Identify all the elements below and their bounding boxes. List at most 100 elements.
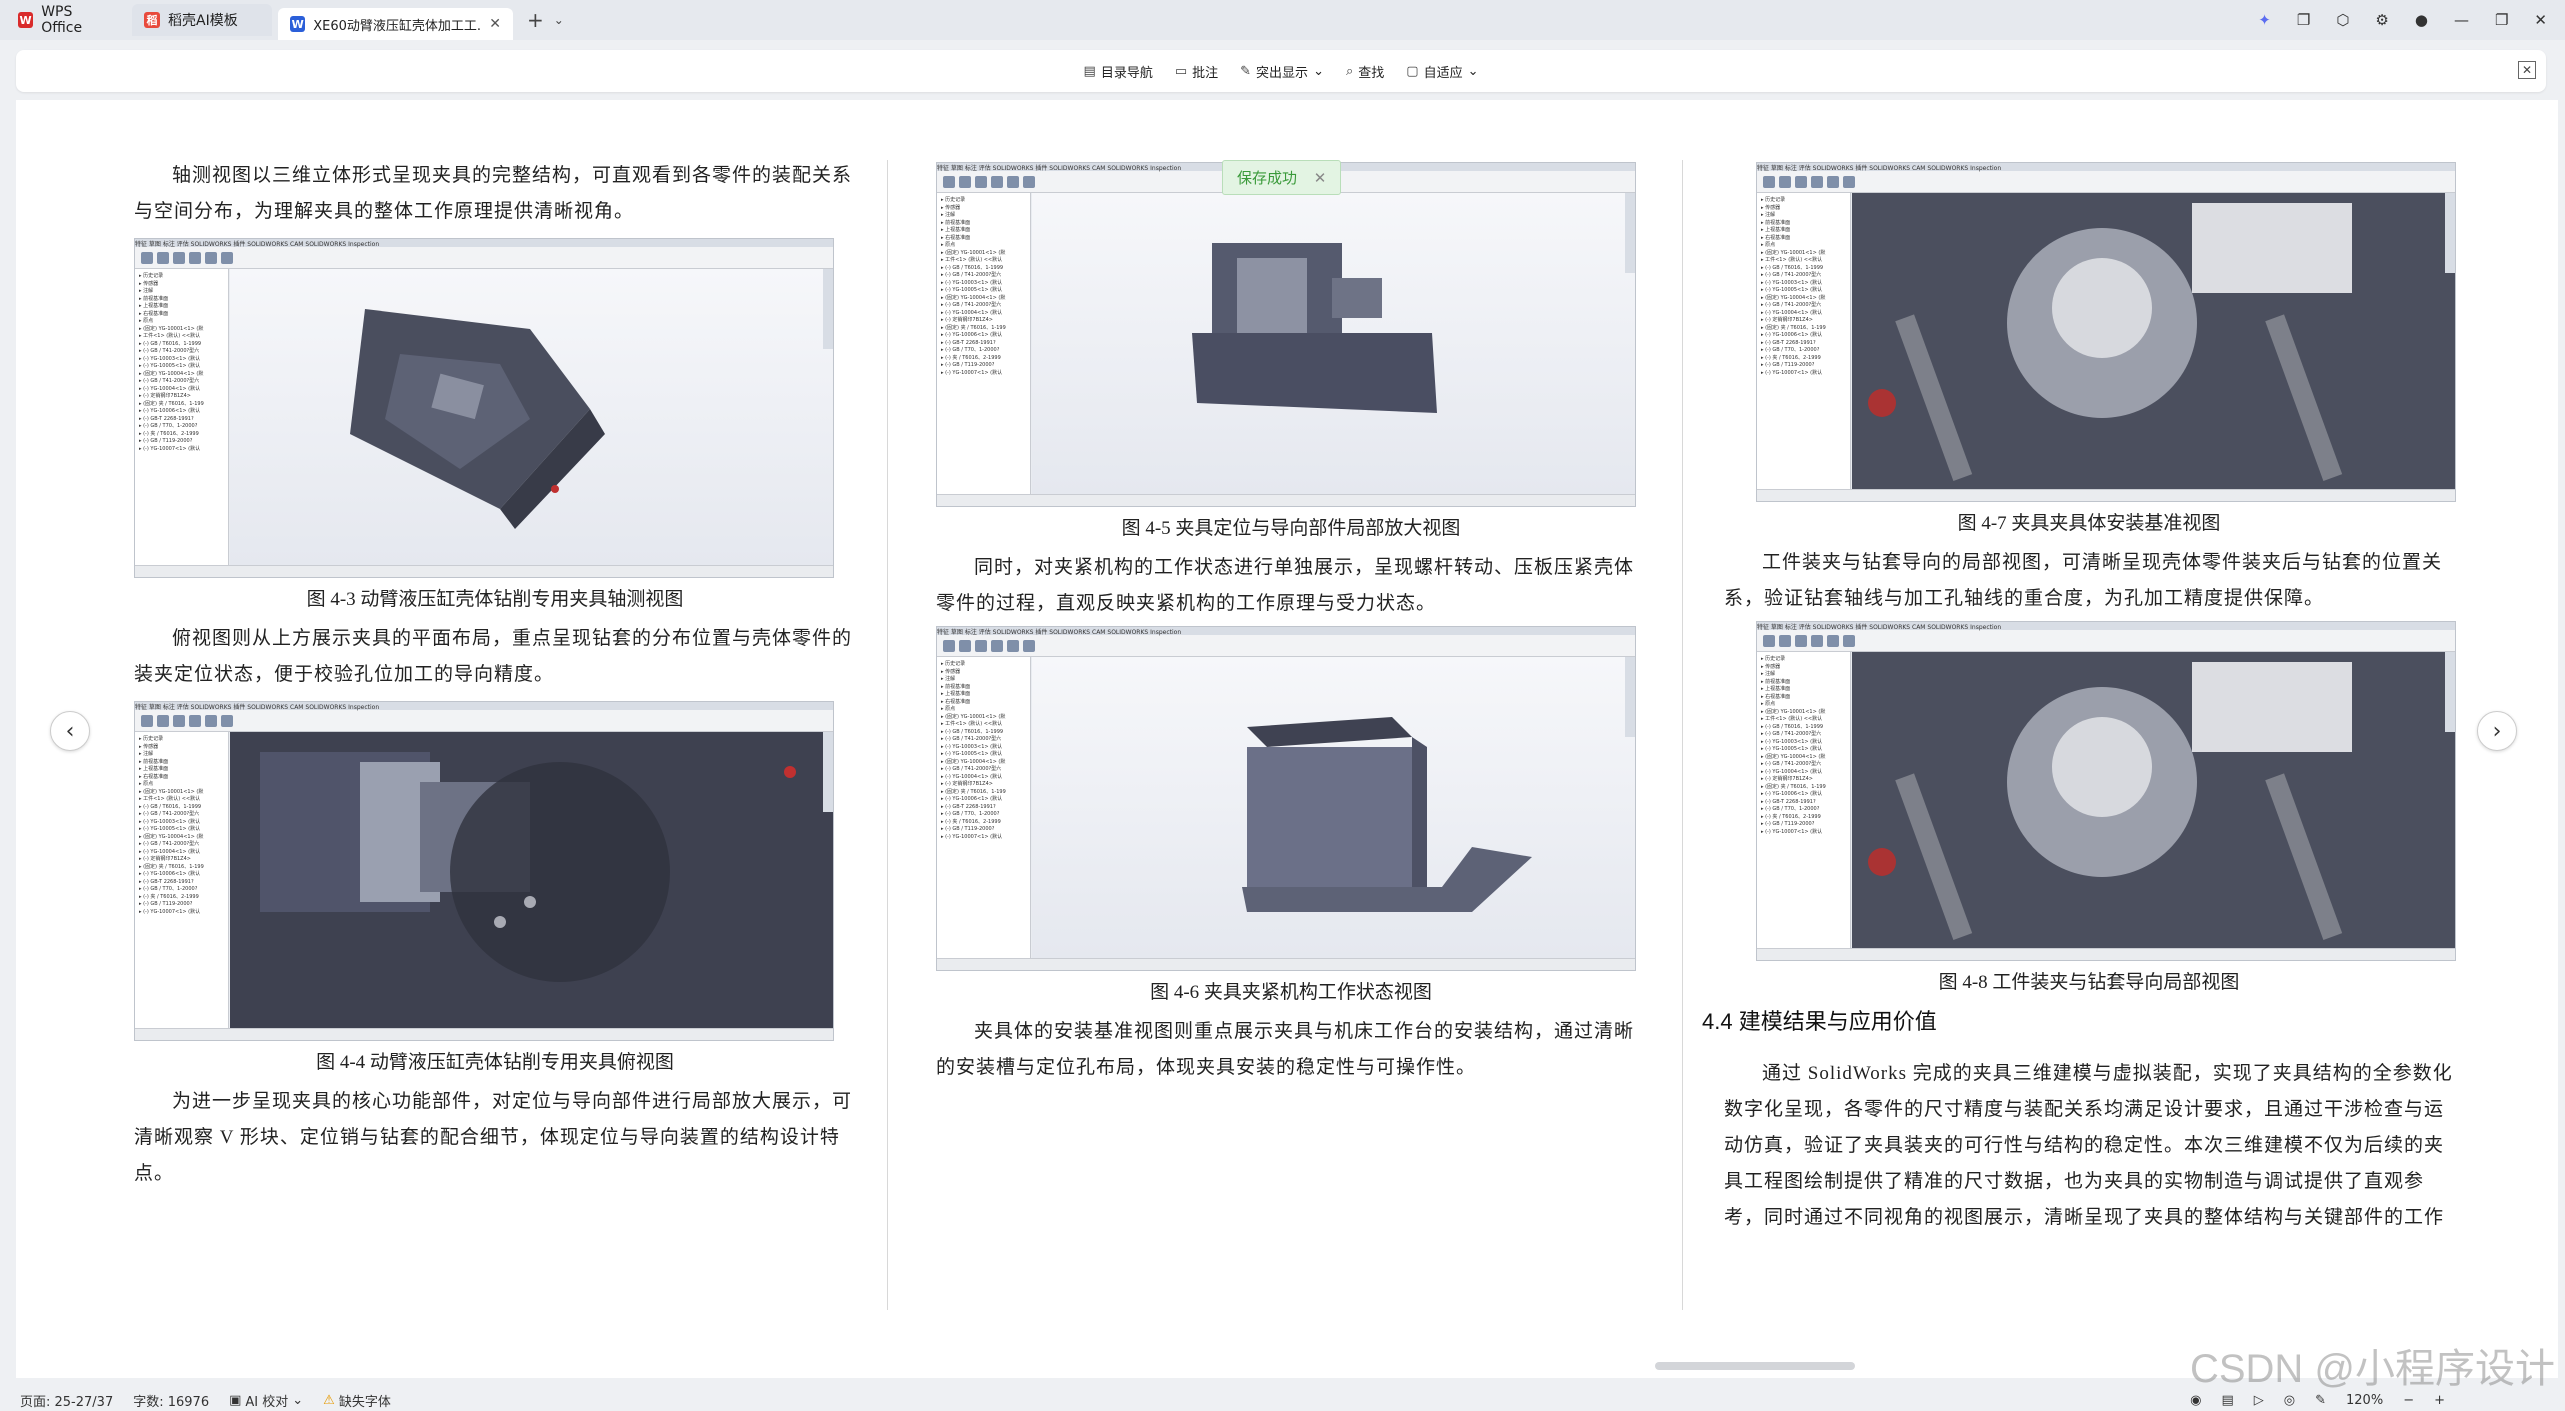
- tree-item[interactable]: ▸ (-) YG-10005<1> (默认: [1761, 287, 1846, 295]
- tree-item[interactable]: ▸ (-) GB / T41-2000?型六: [1761, 302, 1846, 310]
- tree-item[interactable]: ▸ (-) YG-10007<1> (默认: [941, 834, 1026, 842]
- tree-item[interactable]: ▸ 历史记录: [139, 273, 224, 281]
- tree-item[interactable]: ▸ (-) GB / T6016、1-1999: [139, 341, 224, 349]
- tree-item[interactable]: ▸ 原点: [1761, 242, 1846, 250]
- tree-item[interactable]: ▸ (-) YG-10006<1> (默认: [139, 408, 224, 416]
- tree-item[interactable]: ▸ (-) GB / T70、1-2000?: [941, 347, 1026, 355]
- tree-item[interactable]: ▸ 右视基准面: [941, 699, 1026, 707]
- tree-item[interactable]: ▸ (-) YG-10003<1> (默认: [941, 744, 1026, 752]
- tree-item[interactable]: ▸ 上视基准面: [941, 691, 1026, 699]
- tree-item[interactable]: ▸ (固定) YG-10004<1> (默: [941, 295, 1026, 303]
- tree-item[interactable]: ▸ (-) GB-T 2268-1991?: [941, 340, 1026, 348]
- tree-item[interactable]: ▸ 原点: [1761, 701, 1846, 709]
- tab-document[interactable]: W XE60动臂液压缸壳体加工工... ✕: [278, 8, 513, 40]
- word-count[interactable]: 字数: 16976: [133, 1391, 209, 1410]
- tree-item[interactable]: ▸ (-) GB / T41-2000?型六: [139, 378, 224, 386]
- tree-item[interactable]: ▸ (-) GB / T41-2000?型六: [941, 766, 1026, 774]
- tree-item[interactable]: ▸ (-) YG-10007<1> (默认: [139, 909, 224, 917]
- tree-item[interactable]: ▸ (固定) YG-10004<1> (默: [941, 759, 1026, 767]
- tree-item[interactable]: ▸ 传感器: [941, 669, 1026, 677]
- tree-item[interactable]: ▸ (-) YG-10006<1> (默认: [941, 796, 1026, 804]
- tree-item[interactable]: ▸ (-) GB / T70、1-2000?: [1761, 806, 1846, 814]
- tree-item[interactable]: ▸ 原点: [139, 318, 224, 326]
- tree-item[interactable]: ▸ 传感器: [139, 744, 224, 752]
- tree-item[interactable]: ▸ (固定) YG-10001<1> (默: [941, 714, 1026, 722]
- tree-item[interactable]: ▸ 注解: [1761, 212, 1846, 220]
- next-page-button[interactable]: ›: [2477, 711, 2517, 751]
- tree-item[interactable]: ▸ (-) GB / T6016、1-1999: [139, 804, 224, 812]
- tree-item[interactable]: ▸ (-) GB / T6016、1-1999: [1761, 265, 1846, 273]
- eye-icon[interactable]: ◉: [2190, 1393, 2201, 1408]
- tree-item[interactable]: ▸ 右视基准面: [1761, 694, 1846, 702]
- tree-item[interactable]: ▸ (-) GB / T119-2000?: [1761, 821, 1846, 829]
- tree-item[interactable]: ▸ 上视基准面: [139, 766, 224, 774]
- tree-item[interactable]: ▸ 上视基准面: [1761, 227, 1846, 235]
- tab-wps-office[interactable]: W WPS Office: [6, 4, 126, 36]
- tree-item[interactable]: ▸ 注解: [139, 288, 224, 296]
- tree-item[interactable]: ▸ (固定) 夹 / T6016、1-199: [139, 864, 224, 872]
- tree-item[interactable]: ▸ 前视基准面: [139, 759, 224, 767]
- tree-item[interactable]: ▸ (-) GB-T 2268-1991?: [139, 879, 224, 887]
- tree-item[interactable]: ▸ (-) 定销钢印7B1Z4>: [139, 856, 224, 864]
- missing-font-button[interactable]: ⚠ 缺失字体: [323, 1391, 391, 1410]
- tree-item[interactable]: ▸ (-) YG-10005<1> (默认: [1761, 746, 1846, 754]
- tree-item[interactable]: ▸ (固定) YG-10001<1> (默: [1761, 250, 1846, 258]
- restore-icon[interactable]: ❐: [2495, 11, 2508, 29]
- tree-item[interactable]: ▸ (-) GB / T119-2000?: [941, 826, 1026, 834]
- tree-item[interactable]: ▸ 前视基准面: [1761, 220, 1846, 228]
- tree-item[interactable]: ▸ (-) 夹 / T6016、2-1999: [1761, 355, 1846, 363]
- prev-page-button[interactable]: ‹: [50, 711, 90, 751]
- avatar[interactable]: ●: [2415, 11, 2428, 29]
- tree-item[interactable]: ▸ 传感器: [139, 281, 224, 289]
- globe-icon[interactable]: ◎: [2284, 1393, 2295, 1408]
- pen-icon[interactable]: ✎: [2315, 1393, 2326, 1408]
- tree-item[interactable]: ▸ (-) GB-T 2268-1991?: [1761, 799, 1846, 807]
- ai-proofread-button[interactable]: ▣ AI 校对 ⌄: [229, 1391, 303, 1410]
- tree-item[interactable]: ▸ (-) YG-10005<1> (默认: [139, 363, 224, 371]
- tree-item[interactable]: ▸ 传感器: [941, 205, 1026, 213]
- horizontal-scrollbar[interactable]: [1655, 1362, 1855, 1370]
- tree-item[interactable]: ▸ 历史记录: [941, 197, 1026, 205]
- tree-item[interactable]: ▸ 右视基准面: [139, 774, 224, 782]
- tree-item[interactable]: ▸ 右视基准面: [941, 235, 1026, 243]
- tree-item[interactable]: ▸ (-) GB / T41-2000?型六: [139, 348, 224, 356]
- tree-item[interactable]: ▸ (-) GB / T119-2000?: [139, 438, 224, 446]
- tree-item[interactable]: ▸ (-) YG-10005<1> (默认: [941, 751, 1026, 759]
- tree-item[interactable]: ▸ (-) YG-10007<1> (默认: [941, 370, 1026, 378]
- tree-item[interactable]: ▸ (-) 夹 / T6016、2-1999: [139, 431, 224, 439]
- tree-item[interactable]: ▸ (-) YG-10005<1> (默认: [139, 826, 224, 834]
- tree-item[interactable]: ▸ 前视基准面: [941, 220, 1026, 228]
- toc-button[interactable]: ▤ 目录导航: [1084, 62, 1153, 81]
- tree-item[interactable]: ▸ 上视基准面: [139, 303, 224, 311]
- chevron-down-icon[interactable]: ⌄: [554, 13, 564, 27]
- tree-item[interactable]: ▸ (固定) 夹 / T6016、1-199: [1761, 784, 1846, 792]
- tree-item[interactable]: ▸ (-) YG-10004<1> (默认: [139, 849, 224, 857]
- tree-item[interactable]: ▸ (固定) YG-10001<1> (默: [941, 250, 1026, 258]
- tree-item[interactable]: ▸ 工件<1> (默认) <<默认: [139, 796, 224, 804]
- tree-item[interactable]: ▸ (固定) YG-10004<1> (默: [1761, 295, 1846, 303]
- tree-item[interactable]: ▸ (-) 夹 / T6016、2-1999: [1761, 814, 1846, 822]
- tree-item[interactable]: ▸ (-) 定销钢印7B1Z4>: [1761, 317, 1846, 325]
- close-reader-icon[interactable]: ✕: [2518, 61, 2536, 79]
- tab-docer-ai[interactable]: 稻 稻壳AI模板: [132, 4, 272, 36]
- tree-item[interactable]: ▸ (固定) YG-10004<1> (默: [1761, 754, 1846, 762]
- tree-item[interactable]: ▸ 传感器: [1761, 664, 1846, 672]
- tree-item[interactable]: ▸ (-) YG-10003<1> (默认: [1761, 739, 1846, 747]
- tree-item[interactable]: ▸ (-) 定销钢印7B1Z4>: [941, 317, 1026, 325]
- annotate-button[interactable]: ▭ 批注: [1175, 62, 1218, 81]
- tree-item[interactable]: ▸ (-) YG-10003<1> (默认: [941, 280, 1026, 288]
- tree-item[interactable]: ▸ (-) GB-T 2268-1991?: [1761, 340, 1846, 348]
- tree-item[interactable]: ▸ (-) 定销钢印7B1Z4>: [1761, 776, 1846, 784]
- tree-item[interactable]: ▸ (固定) 夹 / T6016、1-199: [139, 401, 224, 409]
- tree-item[interactable]: ▸ (-) YG-10004<1> (默认: [1761, 310, 1846, 318]
- tree-item[interactable]: ▸ (-) GB / T41-2000?型六: [139, 811, 224, 819]
- window-layout-icon[interactable]: ❐: [2297, 11, 2310, 29]
- highlight-button[interactable]: ✎ 突出显示 ⌄: [1240, 62, 1324, 81]
- tree-item[interactable]: ▸ 历史记录: [1761, 656, 1846, 664]
- tree-item[interactable]: ▸ (-) YG-10006<1> (默认: [1761, 332, 1846, 340]
- zoom-value[interactable]: 120%: [2346, 1393, 2383, 1408]
- tree-item[interactable]: ▸ 注解: [941, 676, 1026, 684]
- tree-item[interactable]: ▸ (-) YG-10004<1> (默认: [941, 774, 1026, 782]
- tree-item[interactable]: ▸ 工件<1> (默认) <<默认: [941, 721, 1026, 729]
- tree-item[interactable]: ▸ (-) 定销钢印7B1Z4>: [941, 781, 1026, 789]
